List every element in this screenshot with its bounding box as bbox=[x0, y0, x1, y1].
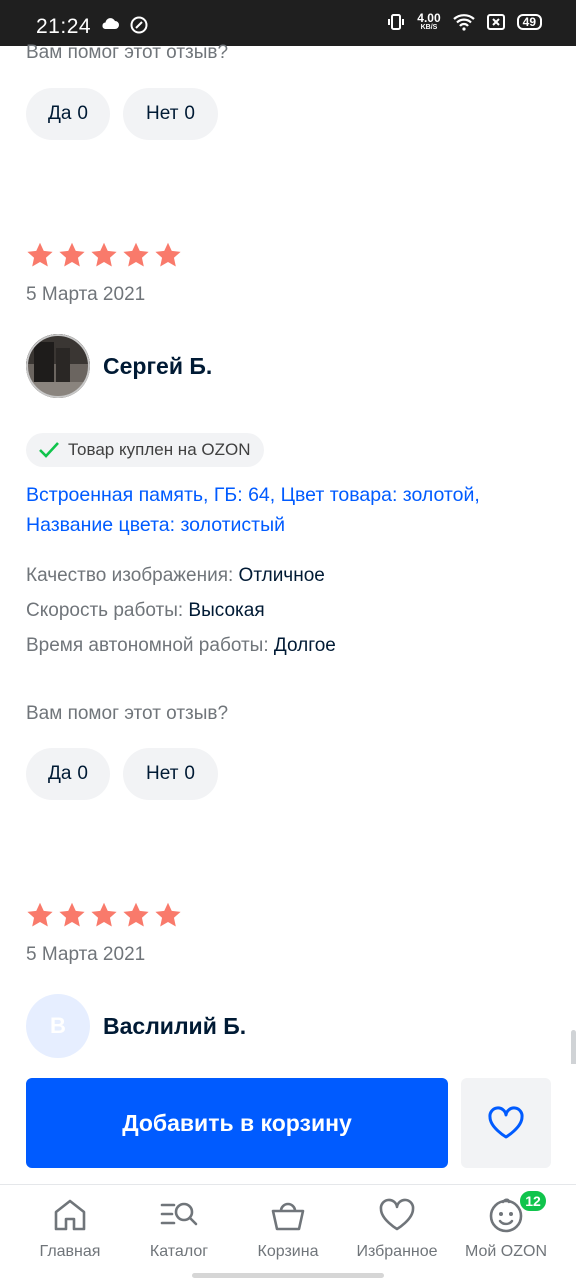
wifi-icon bbox=[452, 13, 475, 31]
circle-app-icon bbox=[130, 16, 148, 34]
avatar[interactable]: В bbox=[26, 994, 90, 1058]
bottom-navigation: Главная Каталог Корзина Избранное Мой OZ… bbox=[0, 1184, 576, 1280]
nav-home[interactable]: Главная bbox=[15, 1195, 125, 1261]
vote-yes-button[interactable]: Да 0 bbox=[26, 748, 110, 800]
vote-no-button[interactable]: Нет 0 bbox=[123, 748, 218, 800]
star-icon bbox=[59, 242, 85, 267]
home-indicator[interactable] bbox=[192, 1273, 384, 1278]
rating-stars bbox=[26, 241, 182, 269]
add-to-favorites-button[interactable] bbox=[461, 1078, 551, 1168]
heart-icon bbox=[488, 1106, 524, 1139]
attribute-row: Время автономной работы: Долгое bbox=[26, 635, 336, 656]
catalog-search-icon bbox=[160, 1202, 198, 1226]
review-date: 5 Марта 2021 bbox=[26, 284, 146, 305]
star-icon bbox=[123, 242, 149, 267]
battery-icon: 49 bbox=[516, 13, 542, 30]
notification-badge: 12 bbox=[518, 1189, 548, 1213]
rating-stars bbox=[26, 901, 182, 929]
vote-no-button[interactable]: Нет 0 bbox=[123, 88, 218, 140]
review-author[interactable]: Сергей Б. bbox=[103, 353, 212, 380]
net-speed-value: 4.00 bbox=[417, 11, 441, 25]
nav-catalog[interactable]: Каталог bbox=[124, 1195, 234, 1261]
action-bar: Добавить в корзину bbox=[0, 1064, 576, 1184]
star-icon bbox=[27, 242, 53, 267]
purchased-badge: Товар куплен на OZON bbox=[26, 433, 265, 467]
check-icon bbox=[39, 442, 59, 458]
star-icon bbox=[59, 902, 85, 927]
vibrate-icon bbox=[388, 13, 405, 30]
add-to-cart-button[interactable]: Добавить в корзину bbox=[26, 1078, 448, 1168]
basket-icon bbox=[271, 1202, 305, 1231]
helpful-question: Вам помог этот отзыв? bbox=[26, 42, 229, 63]
heart-icon bbox=[379, 1198, 415, 1231]
star-icon bbox=[123, 902, 149, 927]
star-icon bbox=[155, 902, 181, 927]
nav-cart[interactable]: Корзина bbox=[233, 1195, 343, 1261]
attribute-row: Скорость работы: Высокая bbox=[26, 600, 265, 621]
cloud-icon bbox=[102, 18, 119, 29]
net-speed-unit: KB/S bbox=[420, 24, 438, 31]
nav-favorites[interactable]: Избранное bbox=[342, 1195, 452, 1261]
helpful-question: Вам помог этот отзыв? bbox=[26, 703, 229, 724]
star-icon bbox=[91, 242, 117, 267]
status-bar: 21:24 4.00 KB/S 49 bbox=[0, 0, 576, 46]
avatar[interactable] bbox=[26, 334, 90, 398]
variant-link[interactable]: Встроенная память, ГБ: 64, Цвет товара: … bbox=[26, 480, 546, 540]
star-icon bbox=[91, 902, 117, 927]
star-icon bbox=[155, 242, 181, 267]
vote-yes-button[interactable]: Да 0 bbox=[26, 88, 110, 140]
star-icon bbox=[27, 902, 53, 927]
attribute-row: Качество изображения: Отличное bbox=[26, 565, 325, 586]
review-date: 5 Марта 2021 bbox=[26, 944, 146, 965]
avatar-photo bbox=[26, 334, 90, 398]
sim-x-icon bbox=[486, 13, 505, 30]
home-icon bbox=[54, 1199, 86, 1231]
status-time: 21:24 bbox=[36, 15, 92, 38]
review-author[interactable]: Васлилий Б. bbox=[103, 1013, 246, 1040]
